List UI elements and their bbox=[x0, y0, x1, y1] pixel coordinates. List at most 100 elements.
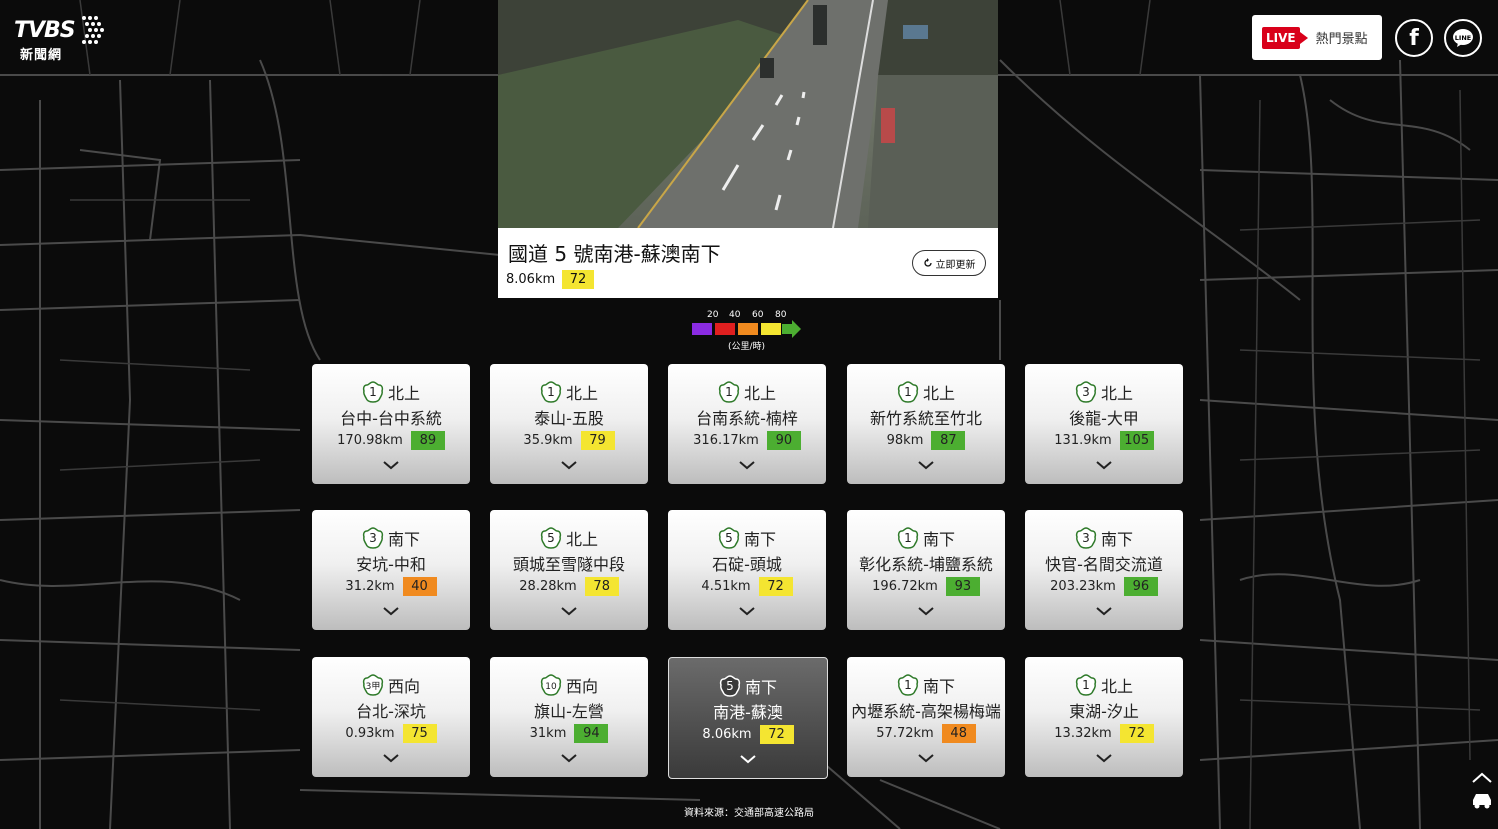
legend-tick: 40 bbox=[729, 310, 741, 320]
speed-badge: 78 bbox=[584, 577, 619, 596]
svg-text:3甲: 3甲 bbox=[366, 681, 381, 692]
speed-badge: 87 bbox=[931, 431, 966, 450]
live-hot-spots-button[interactable]: LIVE 熱門景點 bbox=[1252, 15, 1382, 60]
route-card[interactable]: 3 北上 後龍-大甲 131.9km 105 bbox=[1025, 364, 1183, 484]
route-direction: 北上 bbox=[743, 384, 776, 403]
logo-dots-icon bbox=[82, 16, 104, 44]
svg-text:3: 3 bbox=[1082, 385, 1090, 399]
svg-text:1: 1 bbox=[904, 385, 912, 399]
legend-tick: 80 bbox=[775, 310, 787, 320]
route-card[interactable]: 5 南下 石碇-頭城 4.51km 72 bbox=[668, 510, 826, 630]
route-direction: 北上 bbox=[1100, 677, 1133, 696]
highway-shield-icon: 5 bbox=[540, 527, 562, 549]
highway-shield-icon: 3 bbox=[1075, 527, 1097, 549]
route-direction: 北上 bbox=[565, 530, 598, 549]
svg-text:1: 1 bbox=[904, 531, 912, 545]
route-header: 3甲 西向 bbox=[312, 674, 470, 696]
route-stats: 31.2km 40 bbox=[312, 577, 470, 596]
line-icon[interactable]: LINE bbox=[1444, 19, 1482, 57]
speed-badge: 79 bbox=[580, 431, 615, 450]
route-header: 1 北上 bbox=[847, 381, 1005, 403]
route-card[interactable]: 1 北上 東湖-汐止 13.32km 72 bbox=[1025, 657, 1183, 777]
route-distance: 0.93km bbox=[345, 726, 395, 741]
svg-text:LINE: LINE bbox=[1455, 34, 1471, 42]
route-header: 3 南下 bbox=[1025, 527, 1183, 549]
route-name: 後龍-大甲 bbox=[1069, 409, 1139, 428]
speed-badge: 48 bbox=[941, 724, 976, 743]
route-direction: 北上 bbox=[387, 384, 420, 403]
route-direction: 北上 bbox=[565, 384, 598, 403]
chevron-down-icon bbox=[383, 461, 399, 470]
refresh-button[interactable]: 立即更新 bbox=[912, 250, 986, 276]
chevron-down-icon bbox=[383, 607, 399, 616]
tvbs-logo[interactable]: TVBS 新聞網 bbox=[14, 12, 110, 63]
camera-panel: 國道 5 號南港-蘇澳南下 8.06km 72 立即更新 bbox=[498, 0, 998, 298]
route-distance: 4.51km bbox=[701, 579, 751, 594]
svg-text:3: 3 bbox=[1082, 531, 1090, 545]
route-card[interactable]: 5 南下南港-蘇澳 8.06km 72 bbox=[668, 657, 828, 779]
route-name: 台北-深坑 bbox=[356, 702, 426, 721]
highway-shield-icon: 5 bbox=[718, 527, 740, 549]
route-distance: 57.72km bbox=[876, 726, 934, 741]
route-distance: 35.9km bbox=[523, 433, 573, 448]
route-name: 台南系統-楠梓 bbox=[696, 409, 798, 428]
route-distance: 13.32km bbox=[1054, 726, 1112, 741]
facebook-icon[interactable]: f bbox=[1395, 19, 1433, 57]
speed-badge: 89 bbox=[410, 431, 445, 450]
route-distance: 31.2km bbox=[345, 579, 395, 594]
route-card[interactable]: 1 南下內壢系統-高架楊梅端 57.72km 48 bbox=[847, 657, 1005, 777]
route-name: 南港-蘇澳 bbox=[713, 703, 783, 722]
route-stats: 203.23km 96 bbox=[1025, 577, 1183, 596]
chevron-down-icon bbox=[1096, 607, 1112, 616]
route-direction: 南下 bbox=[922, 677, 955, 696]
route-card[interactable]: 10 西向 旗山-左營 31km 94 bbox=[490, 657, 648, 777]
svg-text:1: 1 bbox=[547, 385, 555, 399]
route-card[interactable]: 3甲 西向 台北-深坑 0.93km 75 bbox=[312, 657, 470, 777]
route-stats: 98km 87 bbox=[847, 431, 1005, 450]
route-name: 內壢系統-高架楊梅端 bbox=[851, 702, 1001, 721]
route-stats: 131.9km 105 bbox=[1025, 431, 1183, 450]
highway-shield-icon: 1 bbox=[897, 381, 919, 403]
route-card[interactable]: 1 南下 彰化系統-埔鹽系統 196.72km 93 bbox=[847, 510, 1005, 630]
route-stats: 57.72km 48 bbox=[847, 724, 1005, 743]
route-card[interactable]: 1 北上 台中-台中系統 170.98km 89 bbox=[312, 364, 470, 484]
route-stats: 13.32km 72 bbox=[1025, 724, 1183, 743]
route-card[interactable]: 3 南下 快官-名間交流道 203.23km 96 bbox=[1025, 510, 1183, 630]
data-source: 資料來源：交通部高速公路局 bbox=[684, 808, 814, 819]
route-card[interactable]: 3 南下 安坑-中和 31.2km 40 bbox=[312, 510, 470, 630]
camera-image bbox=[498, 0, 998, 228]
route-card[interactable]: 1 北上 新竹系統至竹北 98km 87 bbox=[847, 364, 1005, 484]
camera-title: 國道 5 號南港-蘇澳南下 bbox=[508, 242, 721, 266]
route-direction: 西向 bbox=[565, 677, 598, 696]
highway-shield-icon: 1 bbox=[362, 381, 384, 403]
route-stats: 8.06km 72 bbox=[669, 725, 827, 744]
route-name: 旗山-左營 bbox=[534, 702, 604, 721]
route-card[interactable]: 1 北上 泰山-五股 35.9km 79 bbox=[490, 364, 648, 484]
route-stats: 196.72km 93 bbox=[847, 577, 1005, 596]
svg-text:5: 5 bbox=[547, 531, 555, 545]
legend-swatch bbox=[692, 323, 712, 335]
svg-text:1: 1 bbox=[904, 678, 912, 692]
legend-arrow-icon bbox=[782, 320, 801, 338]
route-distance: 196.72km bbox=[872, 579, 938, 594]
legend-unit: (公里/時) bbox=[728, 342, 766, 352]
legend-tick: 60 bbox=[752, 310, 764, 320]
route-direction: 南下 bbox=[744, 678, 777, 697]
route-card[interactable]: 5 北上 頭城至雪隧中段 28.28km 78 bbox=[490, 510, 648, 630]
chevron-down-icon bbox=[918, 461, 934, 470]
chevron-down-icon bbox=[561, 607, 577, 616]
logo-text: TVBS bbox=[14, 18, 76, 43]
route-distance: 203.23km bbox=[1050, 579, 1116, 594]
speed-legend: 20 40 60 80 (公里/時) bbox=[692, 310, 804, 352]
route-card[interactable]: 1 北上 台南系統-楠梓 316.17km 90 bbox=[668, 364, 826, 484]
highway-shield-icon: 3 bbox=[362, 527, 384, 549]
route-stats: 28.28km 78 bbox=[490, 577, 648, 596]
highway-shield-icon: 1 bbox=[897, 527, 919, 549]
chevron-down-icon bbox=[918, 607, 934, 616]
route-direction: 南下 bbox=[743, 530, 776, 549]
legend-swatch bbox=[715, 323, 735, 335]
scroll-top-button[interactable] bbox=[1468, 770, 1496, 812]
speed-badge: 90 bbox=[766, 431, 801, 450]
route-header: 5 南下 bbox=[669, 675, 827, 697]
refresh-icon bbox=[923, 258, 932, 267]
